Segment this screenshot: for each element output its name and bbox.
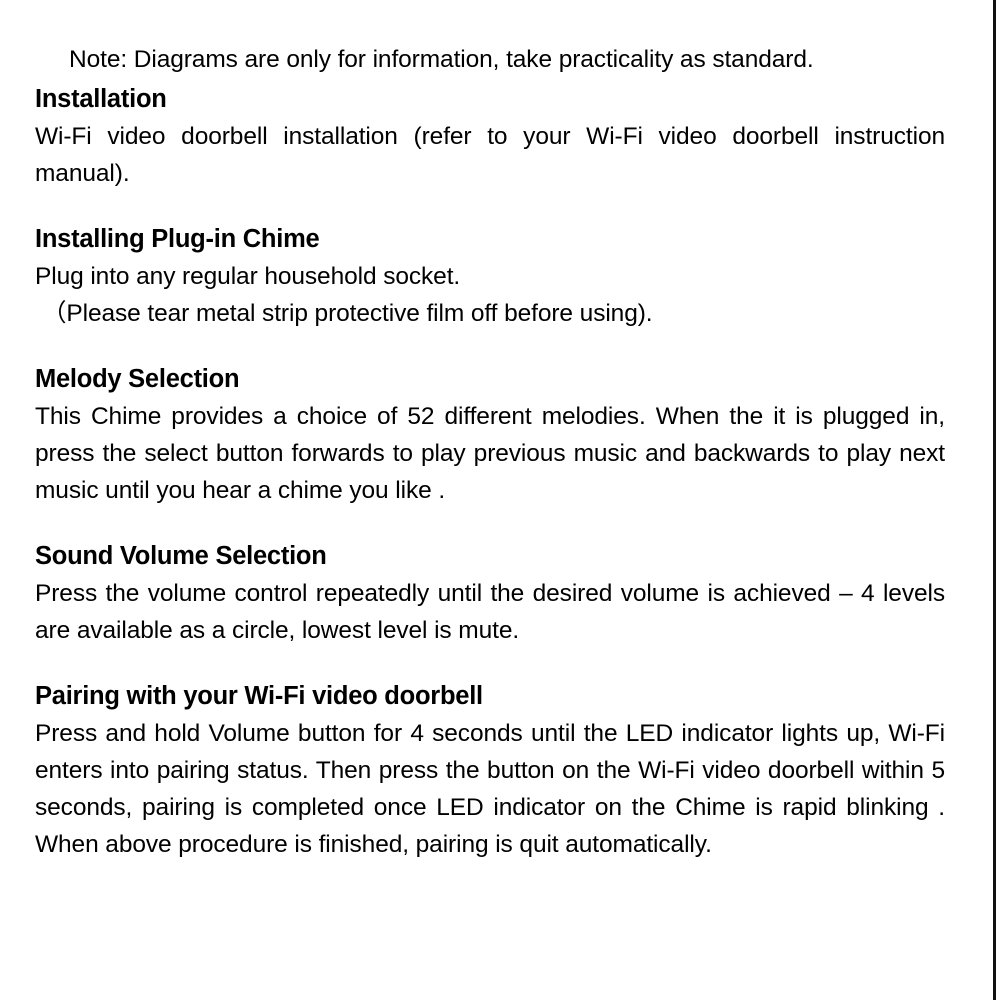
document-page: Note: Diagrams are only for information,… [0, 0, 1000, 1000]
section-paragraph-installation: Wi-Fi video doorbell installation (refer… [35, 123, 945, 187]
page-edge-rule [993, 0, 996, 1000]
note-line: Note: Diagrams are only for information,… [69, 46, 814, 73]
section-paragraph-pairing: Press and hold Volume button for 4 secon… [35, 720, 945, 858]
section-heading-installing-plug-in-chime: Installing Plug-in Chime [35, 225, 320, 253]
document-body: Note: Diagrams are only for information,… [35, 40, 945, 863]
section-paragraph-protective-film: （Please tear metal strip protective film… [42, 300, 653, 327]
section-heading-sound-volume-selection: Sound Volume Selection [35, 542, 327, 570]
section-paragraph-melody-selection: This Chime provides a choice of 52 diffe… [35, 403, 945, 504]
section-heading-installation: Installation [35, 85, 167, 113]
section-heading-melody-selection: Melody Selection [35, 365, 240, 393]
section-heading-pairing: Pairing with your Wi-Fi video doorbell [35, 682, 483, 710]
section-paragraph-plug-socket: Plug into any regular household socket. [35, 263, 461, 290]
section-paragraph-sound-volume-selection: Press the volume control repeatedly unti… [35, 580, 945, 644]
